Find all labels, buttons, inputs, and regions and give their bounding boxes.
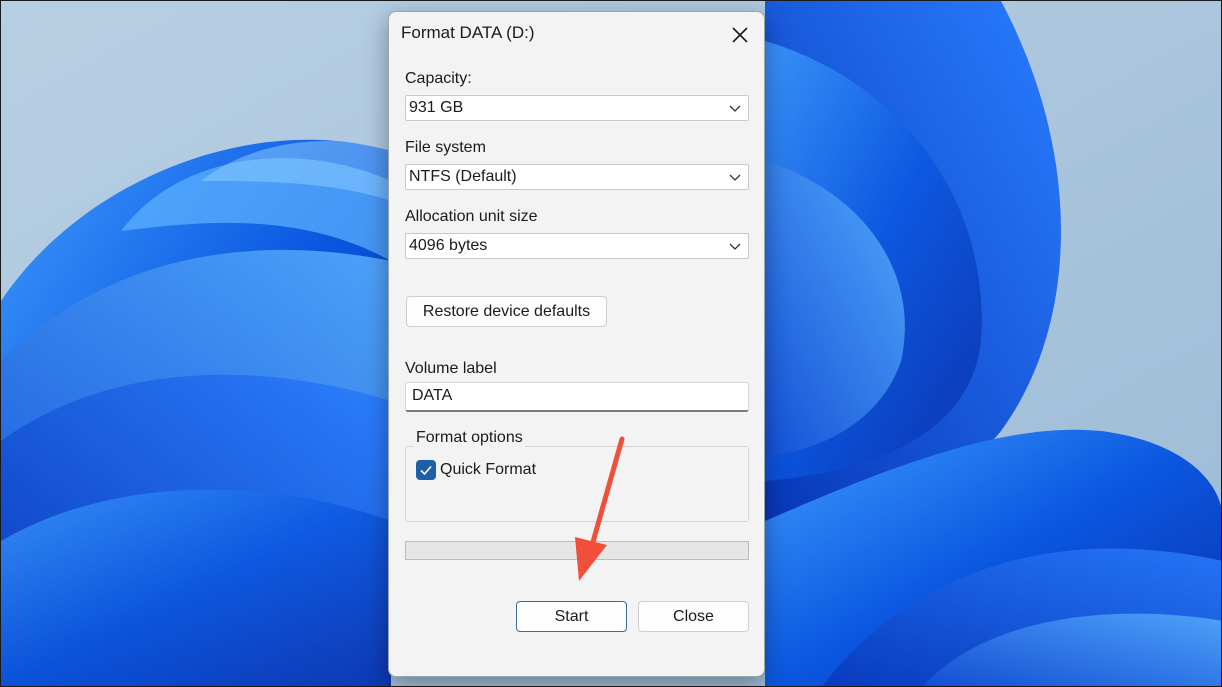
desktop: Format DATA (D:) Capacity: 931 GB File s… [0, 0, 1222, 687]
restore-defaults-button[interactable]: Restore device defaults [406, 296, 607, 327]
chevron-down-icon [729, 174, 741, 181]
quick-format-checkbox[interactable] [416, 460, 436, 480]
start-button-label: Start [554, 608, 589, 625]
close-button[interactable]: Close [638, 601, 749, 632]
restore-defaults-label: Restore device defaults [422, 303, 591, 320]
format-options-legend: Format options [414, 429, 525, 447]
volume-label-input[interactable]: DATA [405, 382, 749, 412]
file-system-value: NTFS (Default) [409, 168, 517, 185]
chevron-down-icon [729, 105, 741, 112]
format-dialog: Format DATA (D:) Capacity: 931 GB File s… [388, 11, 765, 677]
capacity-label: Capacity: [405, 70, 472, 87]
file-system-label: File system [405, 139, 486, 156]
checkmark-icon [420, 465, 432, 476]
close-button-label: Close [673, 608, 714, 625]
file-system-dropdown[interactable]: NTFS (Default) [405, 164, 749, 190]
volume-label-value: DATA [412, 387, 453, 404]
capacity-value: 931 GB [409, 99, 464, 116]
dialog-titlebar[interactable]: Format DATA (D:) [389, 12, 764, 54]
quick-format-label[interactable]: Quick Format [440, 461, 536, 479]
allocation-label: Allocation unit size [405, 208, 538, 225]
dialog-title: Format DATA (D:) [401, 23, 535, 42]
format-options-group [405, 446, 749, 522]
allocation-dropdown[interactable]: 4096 bytes [405, 233, 749, 259]
capacity-dropdown[interactable]: 931 GB [405, 95, 749, 121]
close-x-icon[interactable] [725, 20, 755, 50]
start-button[interactable]: Start [516, 601, 627, 632]
chevron-down-icon [729, 243, 741, 250]
format-progress-bar [405, 541, 749, 560]
allocation-value: 4096 bytes [409, 237, 488, 254]
volume-label-caption: Volume label [405, 360, 497, 377]
